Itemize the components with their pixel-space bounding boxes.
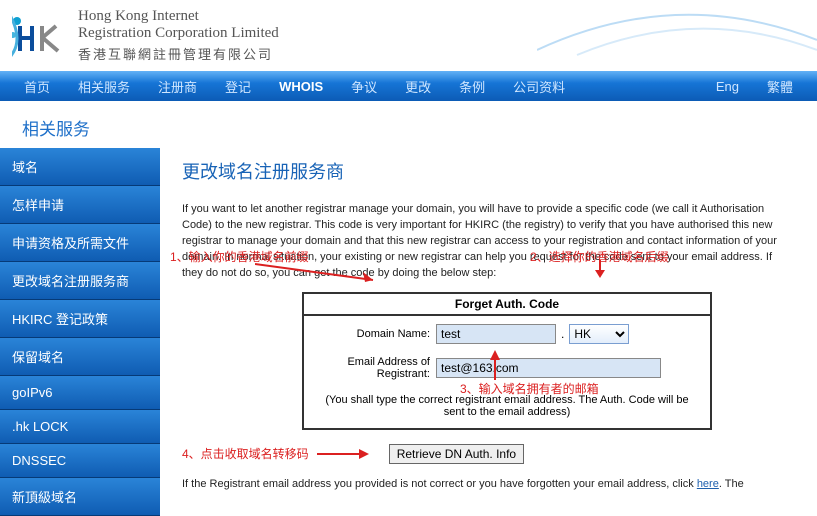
sidebar-item-hkirc-policy[interactable]: HKIRC 登记政策 xyxy=(0,300,160,338)
nav-whois[interactable]: WHOIS xyxy=(279,79,323,94)
nav-register[interactable]: 登记 xyxy=(225,77,251,96)
sidebar-item-qualification[interactable]: 申请资格及所需文件 xyxy=(0,224,160,262)
footer-text: If the Registrant email address you prov… xyxy=(182,478,795,490)
hk-logo xyxy=(12,11,68,61)
section-title: 相关服务 xyxy=(0,101,817,148)
top-nav: 首页 相关服务 注册商 登记 WHOIS 争议 更改 条例 公司资料 Eng 繁… xyxy=(0,71,817,101)
domain-label: Domain Name: xyxy=(314,328,436,340)
sidebar-item-hklock[interactable]: .hk LOCK xyxy=(0,410,160,444)
nav-dispute[interactable]: 争议 xyxy=(351,77,377,96)
sidebar-item-dnssec[interactable]: DNSSEC xyxy=(0,444,160,478)
annotation-1: 1、输入你的香港域名前缀 xyxy=(170,248,309,265)
email-label: Email Address of Registrant: xyxy=(314,356,436,380)
tld-select[interactable]: HK xyxy=(569,324,629,344)
dot: . xyxy=(561,327,564,341)
arrow-4 xyxy=(317,446,377,462)
sidebar: 域名 怎样申请 申请资格及所需文件 更改域名注册服务商 HKIRC 登记政策 保… xyxy=(0,148,160,516)
sidebar-item-howto[interactable]: 怎样申请 xyxy=(0,186,160,224)
annotation-3: 3、输入域名拥有者的邮箱 xyxy=(460,380,599,397)
annotation-4: 4、点击收取域名转移码 xyxy=(182,445,309,462)
retrieve-button[interactable]: Retrieve DN Auth. Info xyxy=(389,444,524,464)
nav-registrar[interactable]: 注册商 xyxy=(158,77,197,96)
nav-home[interactable]: 首页 xyxy=(24,77,50,96)
sidebar-item-domain[interactable]: 域名 xyxy=(0,148,160,186)
sidebar-item-change-registrar[interactable]: 更改域名注册服务商 xyxy=(0,262,160,300)
nav-services[interactable]: 相关服务 xyxy=(78,77,130,96)
annotation-2: 2、选择你的香港域名后缀 xyxy=(530,248,669,265)
lang-eng[interactable]: Eng xyxy=(716,79,739,94)
sidebar-item-goipv6[interactable]: goIPv6 xyxy=(0,376,160,410)
lang-trad[interactable]: 繁體 xyxy=(767,77,793,96)
email-input[interactable] xyxy=(436,358,661,378)
sidebar-item-reserved[interactable]: 保留域名 xyxy=(0,338,160,376)
form-title: Forget Auth. Code xyxy=(304,294,710,316)
intro-text: If you want to let another registrar man… xyxy=(182,202,795,282)
sidebar-item-newtld[interactable]: 新頂級域名 xyxy=(0,478,160,516)
here-link[interactable]: here xyxy=(697,478,719,490)
domain-input[interactable] xyxy=(436,324,556,344)
auth-code-form: Forget Auth. Code Domain Name: . HK Emai… xyxy=(302,292,712,430)
nav-terms[interactable]: 条例 xyxy=(459,77,485,96)
nav-change[interactable]: 更改 xyxy=(405,77,431,96)
header-swoosh xyxy=(537,0,817,60)
page-title: 更改域名注册服务商 xyxy=(182,158,795,184)
nav-company[interactable]: 公司资料 xyxy=(513,77,565,96)
brand-text: Hong Kong Internet Registration Corporat… xyxy=(78,8,279,63)
